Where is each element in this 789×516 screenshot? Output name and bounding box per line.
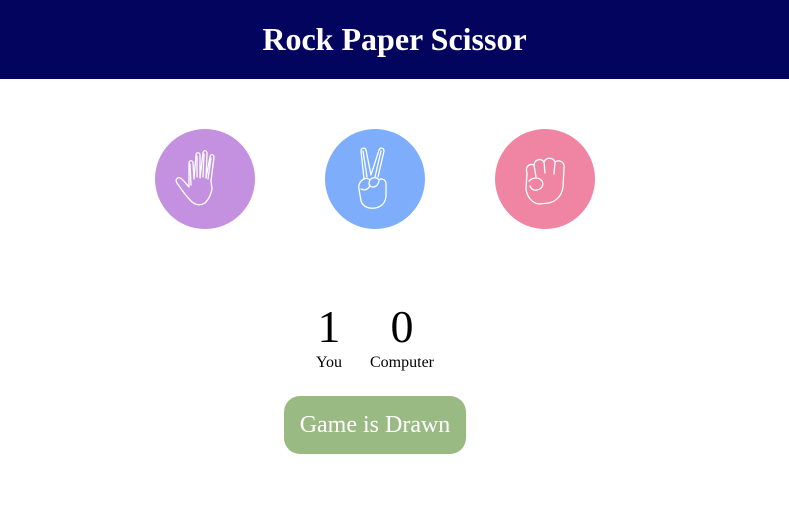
rock-fist-icon	[525, 157, 565, 205]
result-message-badge: Game is Drawn	[284, 396, 466, 454]
score-you-label: You	[316, 354, 342, 371]
scissor-hand-icon	[358, 147, 387, 209]
paper-hand-icon	[175, 150, 215, 206]
choice-paper-button[interactable]	[155, 129, 255, 229]
score-you: 1 You	[308, 300, 350, 372]
score-you-value: 1	[317, 301, 341, 352]
score-computer-label: Computer	[370, 354, 434, 371]
score-computer-value: 0	[390, 301, 414, 352]
choice-scissor-button[interactable]	[325, 129, 425, 229]
page-title: Rock Paper Scissor	[262, 21, 527, 57]
choice-rock-button[interactable]	[495, 129, 595, 229]
score-computer: 0 Computer	[364, 300, 440, 372]
header-bar: Rock Paper Scissor	[0, 0, 789, 79]
